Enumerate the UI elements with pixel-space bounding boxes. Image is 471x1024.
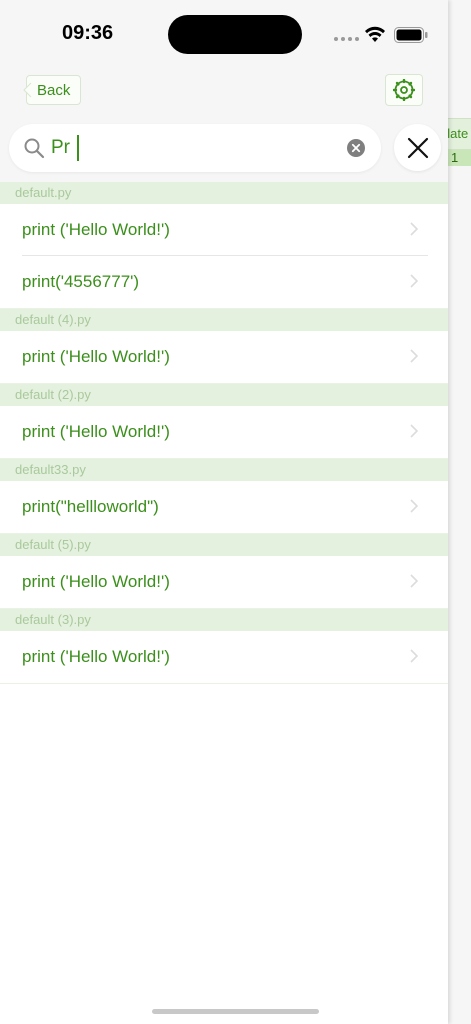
signal-icon xyxy=(334,37,359,41)
search-icon xyxy=(24,138,45,159)
section-header: default (4).py xyxy=(0,309,448,331)
chevron-right-icon xyxy=(410,222,418,236)
chevron-right-icon xyxy=(410,499,418,513)
section-header: default (3).py xyxy=(0,609,448,631)
navigation-bar: Back xyxy=(0,70,448,114)
search-panel: 09:36 Back Pr default.py print ('Hello W… xyxy=(0,0,448,1024)
section-header: default (2).py xyxy=(0,384,448,406)
item-label: print ('Hello World!') xyxy=(22,647,170,666)
background-table-header: plate xyxy=(448,118,471,150)
status-time: 09:36 xyxy=(62,22,114,44)
settings-button[interactable] xyxy=(385,74,423,106)
list-item[interactable]: print ('Hello World!') xyxy=(0,331,448,383)
chevron-right-icon xyxy=(410,574,418,588)
item-label: print ('Hello World!') xyxy=(22,422,170,441)
clear-icon[interactable] xyxy=(347,139,365,157)
back-label: Back xyxy=(37,81,71,99)
section-header: default (5).py xyxy=(0,534,448,556)
chevron-right-icon xyxy=(410,274,418,288)
close-icon xyxy=(407,137,428,158)
item-label: print('4556777') xyxy=(22,272,140,291)
search-results-list: default.py print ('Hello World!') print(… xyxy=(0,182,448,684)
item-label: print ('Hello World!') xyxy=(22,347,170,366)
section-header: default.py xyxy=(0,182,448,204)
close-search-button[interactable] xyxy=(394,124,441,171)
item-label: print("hellloworld") xyxy=(22,497,159,516)
home-indicator[interactable] xyxy=(152,1009,319,1014)
list-item[interactable]: print ('Hello World!') xyxy=(0,406,448,458)
list-item[interactable]: print("hellloworld") xyxy=(0,481,448,533)
battery-icon xyxy=(394,27,428,43)
background-header-text: plate xyxy=(448,126,469,141)
list-item[interactable]: print('4556777') xyxy=(0,256,448,308)
chevron-right-icon xyxy=(410,649,418,663)
list-item[interactable]: print ('Hello World!') xyxy=(0,631,448,683)
search-input[interactable] xyxy=(51,134,331,162)
list-item[interactable]: print ('Hello World!') xyxy=(0,204,448,256)
gear-icon xyxy=(393,79,415,101)
item-label: print ('Hello World!') xyxy=(22,220,170,239)
text-cursor xyxy=(77,135,79,161)
wifi-icon xyxy=(365,26,385,42)
item-label: print ('Hello World!') xyxy=(22,572,170,591)
chevron-left-icon xyxy=(23,82,32,98)
background-table-cell: 1 xyxy=(448,150,471,166)
chevron-right-icon xyxy=(410,424,418,438)
list-item[interactable]: print ('Hello World!') xyxy=(0,556,448,608)
section-divider xyxy=(0,683,448,684)
back-button[interactable]: Back xyxy=(23,75,82,105)
dynamic-island xyxy=(168,15,302,54)
background-panel: plate 1 xyxy=(448,0,471,1024)
chevron-right-icon xyxy=(410,349,418,363)
search-field[interactable] xyxy=(9,124,381,172)
section-header: default33.py xyxy=(0,459,448,481)
status-bar: 09:36 xyxy=(0,0,448,70)
search-bar xyxy=(0,114,448,182)
